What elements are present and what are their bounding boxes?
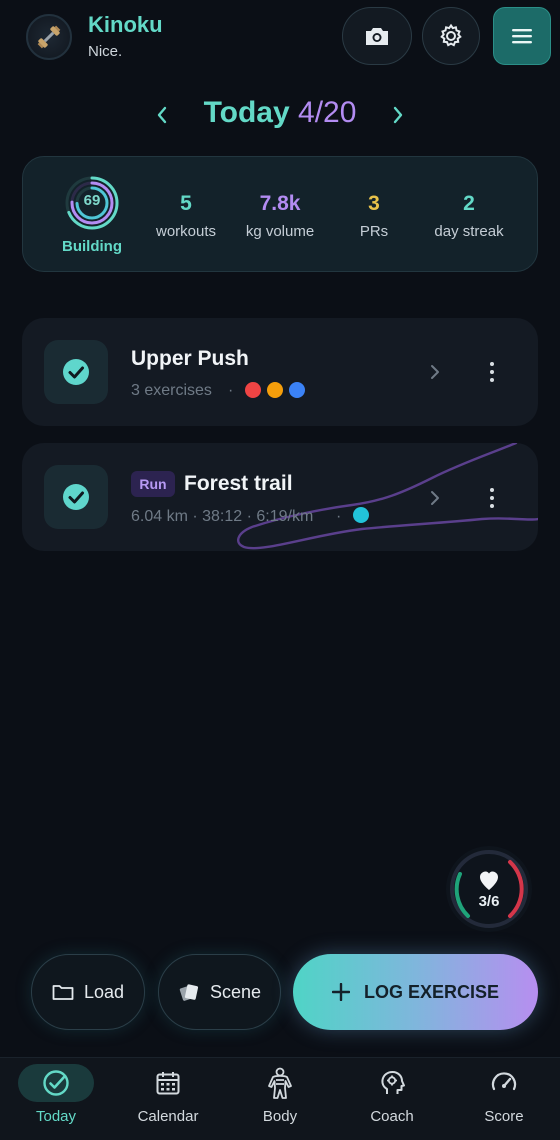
run-badge: Run — [131, 471, 175, 497]
nav-item-coach[interactable]: Coach — [342, 1064, 442, 1125]
nav-label-calendar: Calendar — [137, 1108, 199, 1125]
hamburger-menu-icon — [512, 29, 532, 44]
workout-subtitle: 6.04 km · 38:12 · 6:19/km — [131, 508, 314, 525]
muscle-dot-red — [245, 382, 261, 398]
gauge-icon — [491, 1072, 517, 1091]
more-options-button[interactable] — [484, 488, 500, 508]
menu-button[interactable] — [493, 7, 551, 65]
scene-button[interactable]: Scene — [158, 954, 281, 1030]
ring-label: Building — [62, 238, 122, 255]
nav-item-score[interactable]: Score — [454, 1064, 554, 1125]
settings-button[interactable] — [422, 7, 480, 65]
complete-checkbox[interactable] — [44, 340, 108, 404]
workout-subtitle: 3 exercises — [131, 382, 212, 399]
stat-prs-label: PRs — [359, 223, 389, 240]
muscle-dot-blue — [289, 382, 305, 398]
nav-label-coach: Coach — [370, 1108, 414, 1125]
heart-icon — [480, 871, 498, 890]
stat-streak-label: day streak — [434, 223, 504, 240]
stat-workouts-label: workouts — [155, 223, 217, 240]
scene-label: Scene — [209, 981, 262, 1002]
chevron-right-icon — [431, 365, 439, 379]
coach-head-icon — [381, 1071, 405, 1094]
app-name: Kinoku — [88, 12, 163, 37]
stat-volume-value: 7.8k — [259, 192, 301, 215]
nav-item-calendar[interactable]: Calendar — [118, 1064, 218, 1125]
date-today-label: Today — [203, 96, 290, 129]
check-circle-icon — [43, 1070, 69, 1096]
nav-label-body: Body — [262, 1108, 298, 1125]
heart-count: 3/6 — [478, 893, 500, 910]
previous-day-button[interactable] — [150, 100, 174, 130]
heart-gauge[interactable] — [446, 846, 532, 932]
chevron-left-icon — [157, 106, 167, 124]
next-day-button[interactable] — [386, 100, 410, 130]
plus-icon — [331, 983, 350, 1001]
load-label: Load — [83, 981, 125, 1002]
body-icon — [268, 1067, 292, 1099]
cards-icon — [179, 984, 199, 1001]
camera-button[interactable] — [342, 7, 412, 65]
stat-volume-label: kg volume — [245, 223, 315, 240]
kebab-icon — [490, 362, 494, 366]
nav-label-score: Score — [484, 1108, 524, 1125]
stat-prs-value: 3 — [368, 192, 380, 215]
dumbbell-icon — [37, 25, 61, 49]
workout-title: Upper Push — [131, 347, 249, 370]
kebab-icon — [490, 488, 494, 492]
nav-label-today: Today — [35, 1108, 77, 1125]
log-exercise-label: LOG EXERCISE — [363, 981, 500, 1002]
folder-icon — [52, 985, 74, 1000]
workout-separator: · — [336, 508, 342, 525]
check-circle-icon — [63, 484, 89, 510]
nav-item-today[interactable]: Today — [6, 1064, 106, 1125]
avatar[interactable] — [26, 14, 72, 60]
stat-workouts-value: 5 — [180, 192, 192, 215]
chevron-right-icon — [393, 106, 403, 124]
workout-separator: · — [228, 382, 234, 399]
open-workout-button[interactable] — [425, 486, 445, 510]
log-exercise-button[interactable]: LOG EXERCISE — [293, 954, 538, 1030]
check-circle-icon — [63, 359, 89, 385]
ring-value: 69 — [83, 192, 101, 209]
camera-icon — [366, 28, 388, 45]
nav-item-body[interactable]: Body — [230, 1064, 330, 1125]
load-button[interactable]: Load — [31, 954, 145, 1030]
gear-icon — [440, 23, 462, 47]
stat-streak-value: 2 — [463, 192, 475, 215]
workout-title: Forest trail — [184, 472, 293, 495]
calendar-icon — [156, 1072, 180, 1095]
open-workout-button[interactable] — [425, 360, 445, 384]
complete-checkbox[interactable] — [44, 465, 108, 529]
date-value: 4/20 — [298, 96, 357, 129]
more-options-button[interactable] — [484, 362, 500, 382]
app-subtitle: Nice. — [88, 43, 123, 60]
chevron-right-icon — [431, 491, 439, 505]
route-end-dot — [353, 507, 369, 523]
date-title: Today 4/20 — [180, 96, 380, 130]
muscle-dot-orange — [267, 382, 283, 398]
